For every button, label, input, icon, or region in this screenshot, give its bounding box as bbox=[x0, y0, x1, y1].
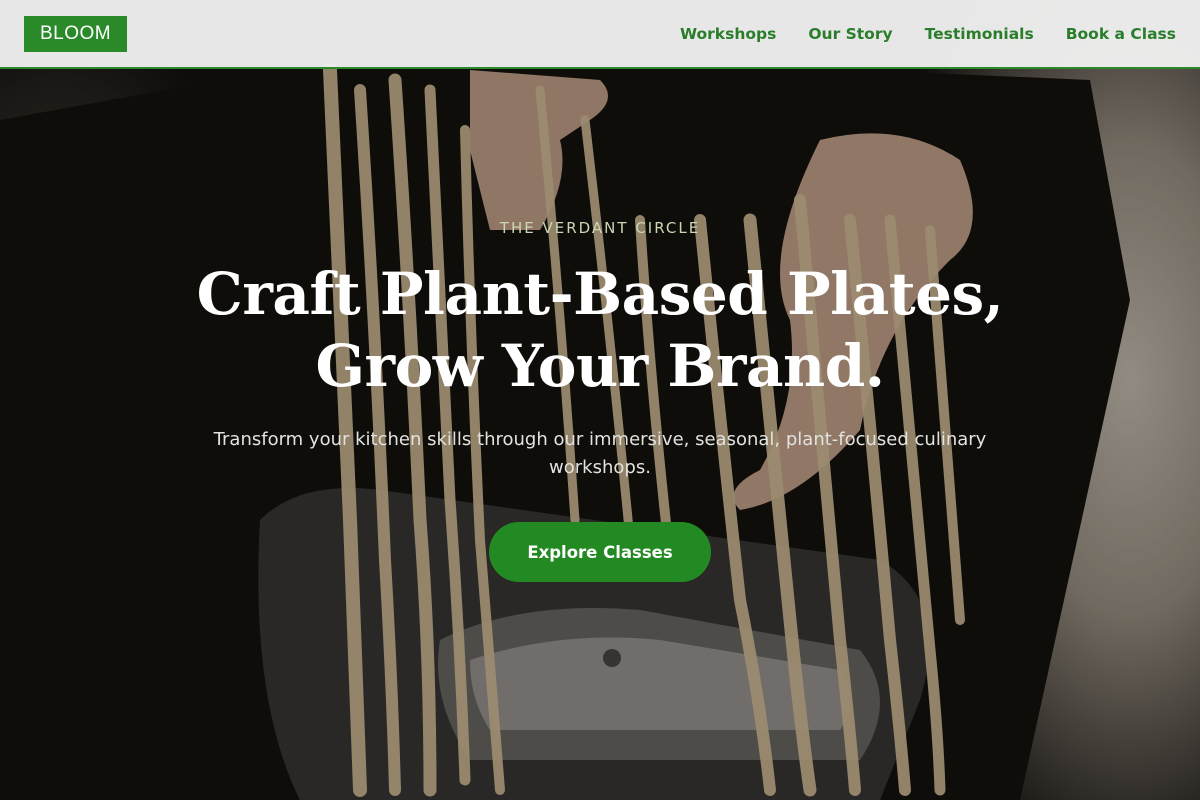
hero-eyebrow: THE VERDANT CIRCLE bbox=[499, 219, 701, 237]
hero-headline-line-2: Grow Your Brand. bbox=[315, 332, 885, 400]
hero-content: THE VERDANT CIRCLE Craft Plant-Based Pla… bbox=[0, 0, 1200, 800]
hero-headline-line-1: Craft Plant-Based Plates, bbox=[196, 260, 1004, 328]
site-header: BLOOM Workshops Our Story Testimonials B… bbox=[0, 0, 1200, 69]
nav-workshops[interactable]: Workshops bbox=[680, 25, 776, 43]
nav-book-a-class[interactable]: Book a Class bbox=[1066, 25, 1176, 43]
explore-classes-button[interactable]: Explore Classes bbox=[489, 522, 711, 582]
bloom-logo[interactable]: BLOOM bbox=[24, 15, 128, 52]
hero-subtitle: Transform your kitchen skills through ou… bbox=[213, 429, 987, 478]
main-nav: Workshops Our Story Testimonials Book a … bbox=[680, 25, 1176, 43]
hero-headline: Craft Plant-Based Plates, Grow Your Bran… bbox=[100, 258, 1100, 402]
nav-our-story[interactable]: Our Story bbox=[808, 25, 892, 43]
nav-testimonials[interactable]: Testimonials bbox=[925, 25, 1034, 43]
